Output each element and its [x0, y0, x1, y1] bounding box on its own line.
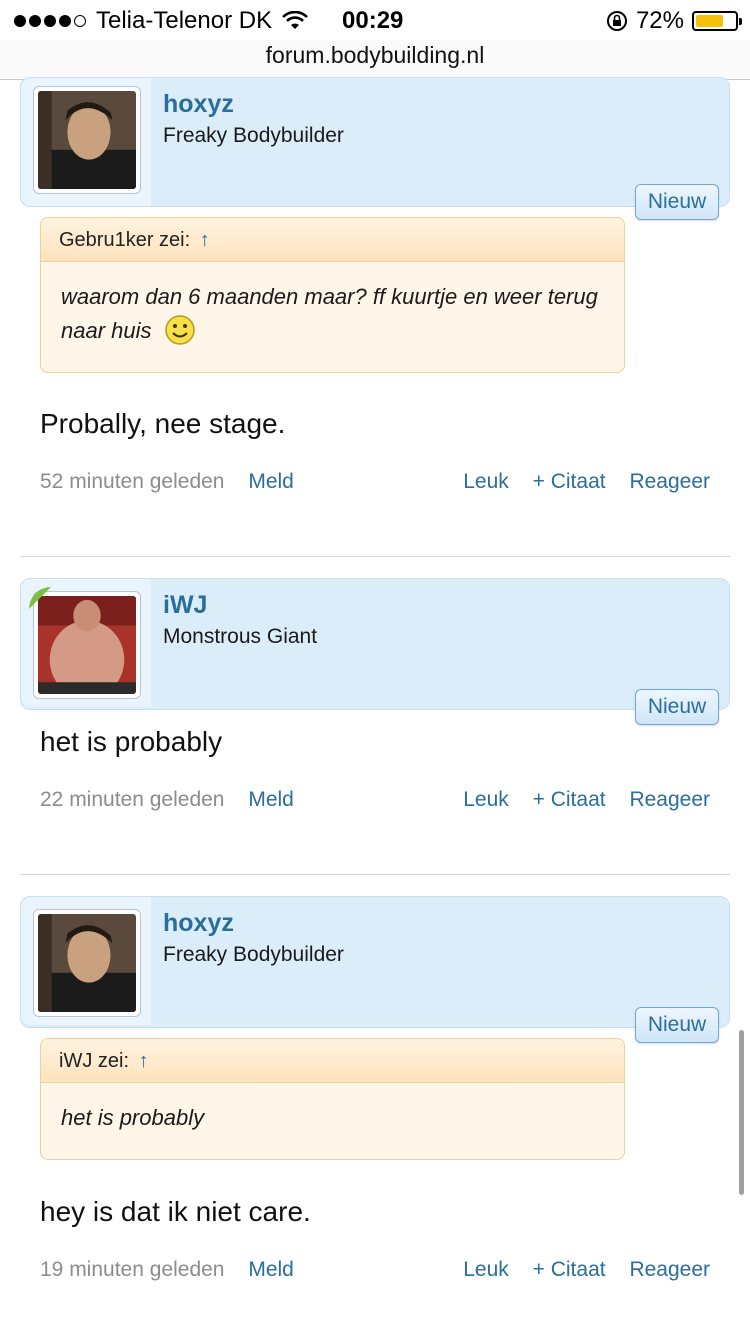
- post-actions: Leuk + Citaat Reageer: [445, 1258, 710, 1282]
- quote-text-content: waarom dan 6 maanden maar? ff kuurtje en…: [61, 284, 598, 343]
- url-text: forum.bodybuilding.nl: [265, 42, 485, 68]
- like-link[interactable]: Leuk: [463, 1258, 509, 1281]
- username-link[interactable]: hoxyz: [163, 90, 234, 119]
- post-time: 52 minuten geleden: [40, 470, 225, 493]
- report-link[interactable]: Meld: [248, 788, 294, 811]
- report-link[interactable]: Meld: [248, 1258, 294, 1281]
- quote-link[interactable]: + Citaat: [533, 470, 606, 493]
- carrier-name: Telia-Telenor DK: [96, 7, 273, 34]
- avatar[interactable]: [33, 909, 141, 1017]
- battery-icon: [692, 11, 742, 31]
- scrollbar[interactable]: [739, 1030, 744, 1195]
- quote-link[interactable]: + Citaat: [533, 1258, 606, 1281]
- username-link[interactable]: iWJ: [163, 591, 207, 620]
- quote-text-content: het is probably: [61, 1105, 205, 1130]
- avatar[interactable]: [33, 591, 141, 699]
- new-badge: Nieuw: [635, 184, 719, 220]
- user-rank: Freaky Bodybuilder: [163, 943, 344, 966]
- smiley-icon: [164, 315, 195, 345]
- reply-link[interactable]: Reageer: [629, 470, 710, 493]
- new-badge: Nieuw: [635, 1007, 719, 1043]
- quote-source-link[interactable]: ↑: [200, 229, 210, 251]
- user-photo-icon: [38, 914, 136, 1012]
- avatar[interactable]: [33, 86, 141, 194]
- post-header: iWJ Monstrous Giant Nieuw: [20, 578, 730, 725]
- post-message: Probally, nee stage.: [40, 408, 286, 439]
- quote-source-link[interactable]: ↑: [139, 1050, 149, 1072]
- like-link[interactable]: Leuk: [463, 470, 509, 493]
- user-photo-icon: [38, 596, 136, 699]
- post-time: 19 minuten geleden: [40, 1258, 225, 1281]
- new-badge: Nieuw: [635, 689, 719, 725]
- report-link[interactable]: Meld: [248, 470, 294, 493]
- post-message: hey is dat ik niet care.: [40, 1196, 311, 1227]
- battery-percent: 72%: [635, 7, 684, 34]
- quote-text: waarom dan 6 maanden maar? ff kuurtje en…: [41, 262, 624, 370]
- quote-header: iWJ zei: ↑: [41, 1039, 624, 1083]
- quote-block: iWJ zei: ↑ het is probably: [40, 1038, 625, 1160]
- status-bar: Telia-Telenor DK 00:29 72%: [0, 0, 750, 40]
- quote-link[interactable]: + Citaat: [533, 788, 606, 811]
- quote-header: Gebru1ker zei: ↑: [41, 218, 624, 262]
- post-meta: 52 minuten geleden Meld Leuk + Citaat Re…: [40, 470, 710, 494]
- post-divider: [20, 556, 730, 557]
- like-link[interactable]: Leuk: [463, 788, 509, 811]
- post-actions: Leuk + Citaat Reageer: [445, 470, 710, 494]
- post-time: 22 minuten geleden: [40, 788, 225, 811]
- user-rank: Monstrous Giant: [163, 625, 318, 648]
- username-link[interactable]: hoxyz: [163, 909, 234, 938]
- url-bar[interactable]: forum.bodybuilding.nl: [0, 40, 750, 80]
- quote-author: Gebru1ker zei:: [59, 229, 191, 251]
- reply-link[interactable]: Reageer: [629, 788, 710, 811]
- post-header: hoxyz Freaky Bodybuilder Nieuw: [20, 896, 730, 1043]
- quote-author: iWJ zei:: [59, 1050, 129, 1072]
- clock: 00:29: [342, 7, 404, 34]
- signal-strength-icon: [14, 15, 86, 27]
- rotation-lock-icon: [606, 11, 627, 31]
- quote-text: het is probably: [41, 1083, 624, 1157]
- post-meta: 19 minuten geleden Meld Leuk + Citaat Re…: [40, 1258, 710, 1282]
- quote-block: Gebru1ker zei: ↑ waarom dan 6 maanden ma…: [40, 217, 625, 373]
- post-header: hoxyz Freaky Bodybuilder Nieuw: [20, 77, 730, 220]
- post-divider: [20, 874, 730, 875]
- post-message: het is probably: [40, 726, 223, 757]
- reply-link[interactable]: Reageer: [629, 1258, 710, 1281]
- post-meta: 22 minuten geleden Meld Leuk + Citaat Re…: [40, 788, 710, 812]
- user-rank: Freaky Bodybuilder: [163, 124, 344, 147]
- post-actions: Leuk + Citaat Reageer: [445, 788, 710, 812]
- user-photo-icon: [38, 91, 136, 189]
- wifi-icon: [282, 11, 308, 29]
